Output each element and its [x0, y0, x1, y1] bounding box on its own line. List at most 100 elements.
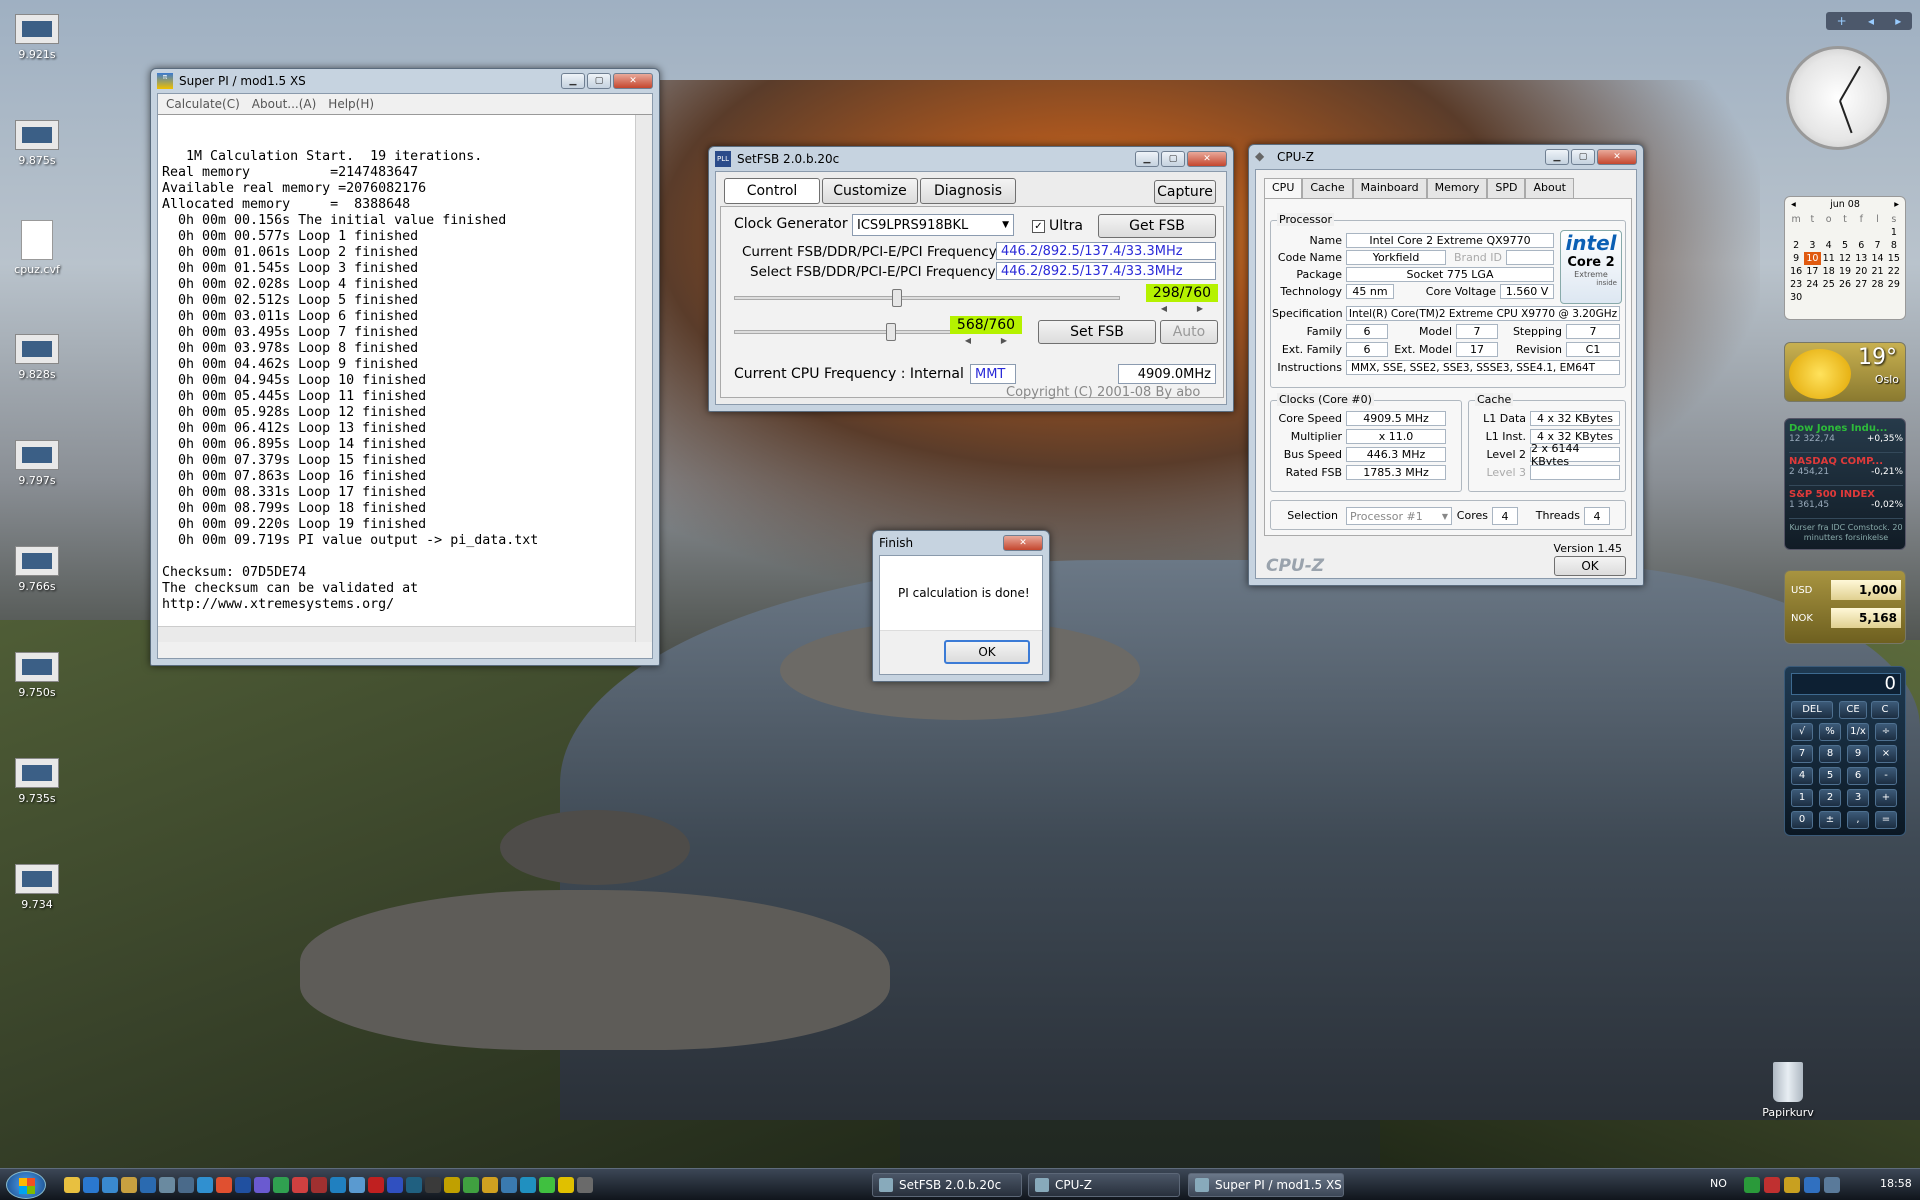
finish-titlebar[interactable]: Finish ✕ — [879, 531, 1043, 555]
fsb-slider-1[interactable] — [734, 296, 1120, 300]
cpuz-tab-mainboard[interactable]: Mainboard — [1352, 178, 1427, 198]
quick-launch-icon[interactable] — [178, 1177, 194, 1193]
quick-launch-icon[interactable] — [501, 1177, 517, 1193]
menu-calculate[interactable]: Calculate(C) — [166, 97, 240, 111]
desktop-icon[interactable]: 9.875s — [6, 120, 68, 167]
capture-button[interactable]: Capture — [1154, 180, 1216, 204]
currency-gadget[interactable]: USD 1,000 NOK 5,168 — [1784, 570, 1906, 644]
calendar-date[interactable]: 1 — [1886, 226, 1902, 239]
calculator-key[interactable]: 3 — [1847, 789, 1869, 807]
currency-row[interactable]: USD 1,000 — [1791, 579, 1901, 601]
calendar-date[interactable] — [1853, 226, 1869, 239]
stocks-gadget[interactable]: Dow Jones Indu... 12 322,74 +0,35% NASDAQ C… — [1784, 418, 1906, 550]
cpuz-tab-about[interactable]: About — [1525, 178, 1574, 198]
tab-diagnosis[interactable]: Diagnosis — [920, 178, 1016, 204]
calculator-key[interactable]: 5 — [1819, 767, 1841, 785]
calculator-gadget[interactable]: 0 DEL CE C √% 1/x ÷ 7 8 9 × 4 5 6- 1 2 3 +0 ±, = — [1784, 666, 1906, 836]
vertical-scrollbar[interactable] — [635, 115, 652, 642]
superpi-titlebar[interactable]: π Super PI / mod1.5 XS ▁ ▢ ✕ — [157, 69, 653, 93]
quick-launch-icon[interactable] — [558, 1177, 574, 1193]
calendar-date[interactable]: 15 — [1886, 252, 1902, 265]
superpi-window[interactable]: π Super PI / mod1.5 XS ▁ ▢ ✕ Calculate(C… — [150, 68, 660, 666]
close-button[interactable]: ✕ — [1003, 535, 1043, 551]
slider-1-stepper[interactable]: ◀ ▶ — [1146, 304, 1218, 314]
currency-row[interactable]: NOK 5,168 — [1791, 607, 1901, 629]
clock-gen-select[interactable]: ICS9LPRS918BKL ▼ — [852, 214, 1014, 236]
calculator-key[interactable]: 0 — [1791, 811, 1813, 829]
maximize-button[interactable]: ▢ — [1161, 151, 1185, 167]
stock-row[interactable]: NASDAQ COMP... 2 454,21 -0,21% — [1789, 456, 1903, 486]
finish-dialog[interactable]: Finish ✕ PI calculation is done! OK — [872, 530, 1050, 682]
quick-launch-icon[interactable] — [235, 1177, 251, 1193]
fsb-slider-2[interactable] — [734, 330, 966, 334]
calendar-date[interactable]: 30 — [1788, 291, 1804, 304]
calculator-key[interactable]: ÷ — [1875, 723, 1897, 741]
menu-about[interactable]: About...(A) — [252, 97, 317, 111]
set-fsb-button[interactable]: Set FSB — [1038, 320, 1156, 344]
minimize-button[interactable]: ▁ — [1545, 149, 1569, 165]
weather-gadget[interactable]: 19° Oslo — [1784, 342, 1906, 402]
quick-launch-icon[interactable] — [254, 1177, 270, 1193]
sidebar-controls[interactable]: + ◂ ▸ — [1826, 12, 1912, 30]
calendar-date[interactable]: 3 — [1804, 239, 1820, 252]
quick-launch-icon[interactable] — [520, 1177, 536, 1193]
quick-launch-icon[interactable] — [539, 1177, 555, 1193]
start-button[interactable] — [6, 1171, 46, 1199]
stock-row[interactable]: Dow Jones Indu... 12 322,74 +0,35% — [1789, 423, 1903, 453]
tray-icon[interactable] — [1764, 1177, 1780, 1193]
setfsb-titlebar[interactable]: PLL SetFSB 2.0.b.20c ▁ ▢ ✕ — [715, 147, 1227, 171]
quick-launch-icon[interactable] — [387, 1177, 403, 1193]
language-indicator[interactable]: NO — [1710, 1177, 1727, 1190]
calendar-date[interactable]: 2 — [1788, 239, 1804, 252]
calendar-date[interactable] — [1788, 226, 1804, 239]
calendar-date[interactable]: 24 — [1804, 278, 1820, 291]
quick-launch-icon[interactable] — [197, 1177, 213, 1193]
calendar-date[interactable]: 16 — [1788, 265, 1804, 278]
desktop-icon[interactable]: cpuz.cvf — [6, 220, 68, 276]
clock-gadget[interactable] — [1786, 46, 1890, 150]
quick-launch-icon[interactable] — [406, 1177, 422, 1193]
calendar-date[interactable]: 29 — [1886, 278, 1902, 291]
currency-value[interactable]: 1,000 — [1831, 580, 1901, 600]
timer-select[interactable]: MMT — [970, 364, 1016, 384]
calculator-key[interactable]: ± — [1819, 811, 1841, 829]
calendar-date[interactable]: 11 — [1821, 252, 1837, 265]
calendar-date[interactable]: 23 — [1788, 278, 1804, 291]
quick-launch-icon[interactable] — [463, 1177, 479, 1193]
calculator-key[interactable]: + — [1875, 789, 1897, 807]
calculator-key[interactable]: 1 — [1791, 789, 1813, 807]
quick-launch-icon[interactable] — [102, 1177, 118, 1193]
maximize-button[interactable]: ▢ — [1571, 149, 1595, 165]
cpuz-tab-cache[interactable]: Cache — [1302, 178, 1353, 198]
chevron-left-icon[interactable]: ◂ — [1868, 14, 1874, 28]
taskbar-task[interactable]: CPU-Z — [1028, 1173, 1180, 1197]
calendar-date[interactable]: 6 — [1853, 239, 1869, 252]
calendar-date[interactable]: 8 — [1886, 239, 1902, 252]
calculator-key[interactable]: √ — [1791, 723, 1813, 741]
calendar-date[interactable]: 26 — [1837, 278, 1853, 291]
menu-help[interactable]: Help(H) — [328, 97, 374, 111]
ultra-checkbox[interactable]: ✓ — [1032, 219, 1045, 233]
setfsb-window[interactable]: PLL SetFSB 2.0.b.20c ▁ ▢ ✕ Control Custo… — [708, 146, 1234, 412]
quick-launch-icon[interactable] — [121, 1177, 137, 1193]
calendar-date[interactable]: 19 — [1837, 265, 1853, 278]
desktop-icon[interactable]: 9.735s — [6, 758, 68, 805]
cpuz-tab-cpu[interactable]: CPU — [1264, 178, 1303, 198]
quick-launch-icon[interactable] — [349, 1177, 365, 1193]
calculator-key[interactable]: - — [1875, 767, 1897, 785]
chevron-right-icon[interactable]: ▸ — [1895, 14, 1901, 28]
auto-button[interactable]: Auto — [1160, 320, 1218, 344]
calculator-key[interactable]: 4 — [1791, 767, 1813, 785]
calendar-date[interactable]: 7 — [1869, 239, 1885, 252]
taskbar-clock[interactable]: 18:58 — [1880, 1177, 1912, 1190]
cpuz-ok-button[interactable]: OK — [1554, 556, 1626, 576]
quick-launch-icon[interactable] — [368, 1177, 384, 1193]
volume-icon[interactable] — [1824, 1177, 1840, 1193]
horizontal-scrollbar[interactable] — [158, 626, 635, 642]
calculator-key[interactable]: 6 — [1847, 767, 1869, 785]
maximize-button[interactable]: ▢ — [587, 73, 611, 89]
calculator-key[interactable]: = — [1875, 811, 1897, 829]
calendar-date[interactable]: 10 — [1804, 252, 1821, 265]
calendar-date[interactable] — [1837, 226, 1853, 239]
quick-launch-icon[interactable] — [159, 1177, 175, 1193]
